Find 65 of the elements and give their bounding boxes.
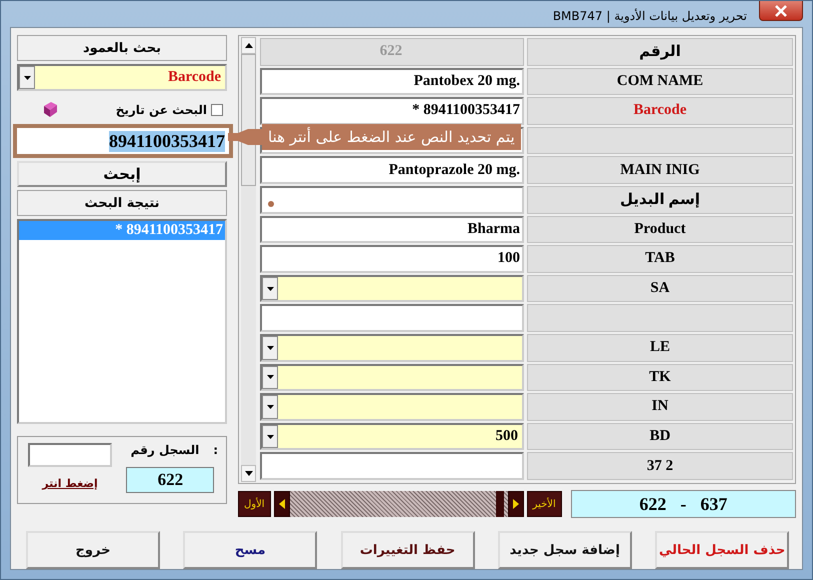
- field-label: إسم البديل: [527, 186, 793, 214]
- colon-text: :: [213, 443, 218, 457]
- field-label: BD: [527, 422, 793, 450]
- text-field[interactable]: Bharma: [260, 216, 524, 244]
- vertical-scrollbar[interactable]: [241, 37, 256, 482]
- search-button[interactable]: إبحث: [17, 161, 227, 187]
- text-field[interactable]: 100: [260, 245, 524, 273]
- last-record-button[interactable]: الأخير: [526, 491, 562, 517]
- field-combo[interactable]: [260, 364, 524, 392]
- close-icon: [774, 4, 788, 16]
- book-icon[interactable]: [41, 101, 59, 119]
- next-icon: [512, 499, 519, 509]
- scroll-up-icon: [244, 43, 252, 48]
- previous-icon: [278, 499, 285, 509]
- field-label: LE: [527, 334, 793, 362]
- action-button[interactable]: حفظ التغييرات: [340, 531, 474, 569]
- date-search-checkbox[interactable]: البحث عن تاريخ: [116, 103, 223, 117]
- record-number-label: السجل رقم: [130, 443, 200, 457]
- field-combo[interactable]: [260, 334, 524, 362]
- action-button[interactable]: حذف السجل الحالي: [655, 531, 789, 569]
- field-label: IN: [527, 393, 793, 421]
- field-combo[interactable]: [260, 393, 524, 421]
- record-range: 622 - 637: [570, 490, 796, 518]
- field-label: SA: [527, 274, 793, 302]
- dropdown-icon: [24, 76, 30, 80]
- first-record-button[interactable]: الأول: [238, 491, 271, 517]
- scroll-thumb[interactable]: [496, 491, 504, 517]
- field-label: 37 2: [527, 452, 793, 480]
- dropdown-icon: [266, 286, 274, 291]
- search-field[interactable]: 8941100353417: [13, 124, 233, 158]
- record-scrollbar[interactable]: [274, 491, 524, 517]
- action-button[interactable]: مسح: [183, 531, 318, 569]
- text-field[interactable]: [260, 186, 524, 214]
- column-search-header: بحث بالعمود: [17, 35, 227, 61]
- text-field[interactable]: * 8941100353417: [260, 97, 524, 125]
- scroll-down-icon: [244, 471, 252, 476]
- dropdown-icon: [266, 404, 274, 409]
- field-combo[interactable]: [260, 274, 524, 302]
- dropdown-icon: [266, 434, 274, 439]
- hint-tooltip: يتم تحديد النص عند الضغط على أنتر هنا: [228, 124, 521, 150]
- action-button[interactable]: إضافة سجل جديد: [498, 531, 632, 569]
- results-header: نتيجة البحث: [17, 190, 227, 216]
- window-title: BMB747 | تحرير وتعديل بيانات الأدوية: [552, 9, 747, 23]
- text-field[interactable]: [260, 452, 524, 480]
- action-button[interactable]: خروج: [26, 531, 160, 569]
- field-label: MAIN INIG: [527, 156, 793, 184]
- record-number-field[interactable]: [28, 443, 112, 467]
- text-field[interactable]: Pantoprazole 20 mg.: [260, 156, 524, 184]
- field-label: الرقم: [527, 38, 793, 66]
- field-label: TAB: [527, 245, 793, 273]
- press-enter-link[interactable]: إضغط انتر: [42, 477, 98, 490]
- field-combo[interactable]: 500: [260, 422, 524, 450]
- dropdown-icon: [266, 346, 274, 350]
- close-button[interactable]: [759, 1, 803, 21]
- column-combo[interactable]: Barcode: [17, 64, 227, 91]
- dropdown-icon: [266, 375, 274, 380]
- text-field[interactable]: [260, 304, 524, 332]
- field-label: Product: [527, 216, 793, 244]
- text-field[interactable]: Pantobex 20 mg.: [260, 68, 524, 96]
- field-label: Barcode: [527, 97, 793, 125]
- dot-icon: [268, 200, 274, 207]
- record-number-value: 622: [126, 467, 214, 493]
- field-label: COM NAME: [527, 68, 793, 96]
- pointer-arrow-icon: [228, 126, 262, 148]
- field-label: TK: [527, 364, 793, 392]
